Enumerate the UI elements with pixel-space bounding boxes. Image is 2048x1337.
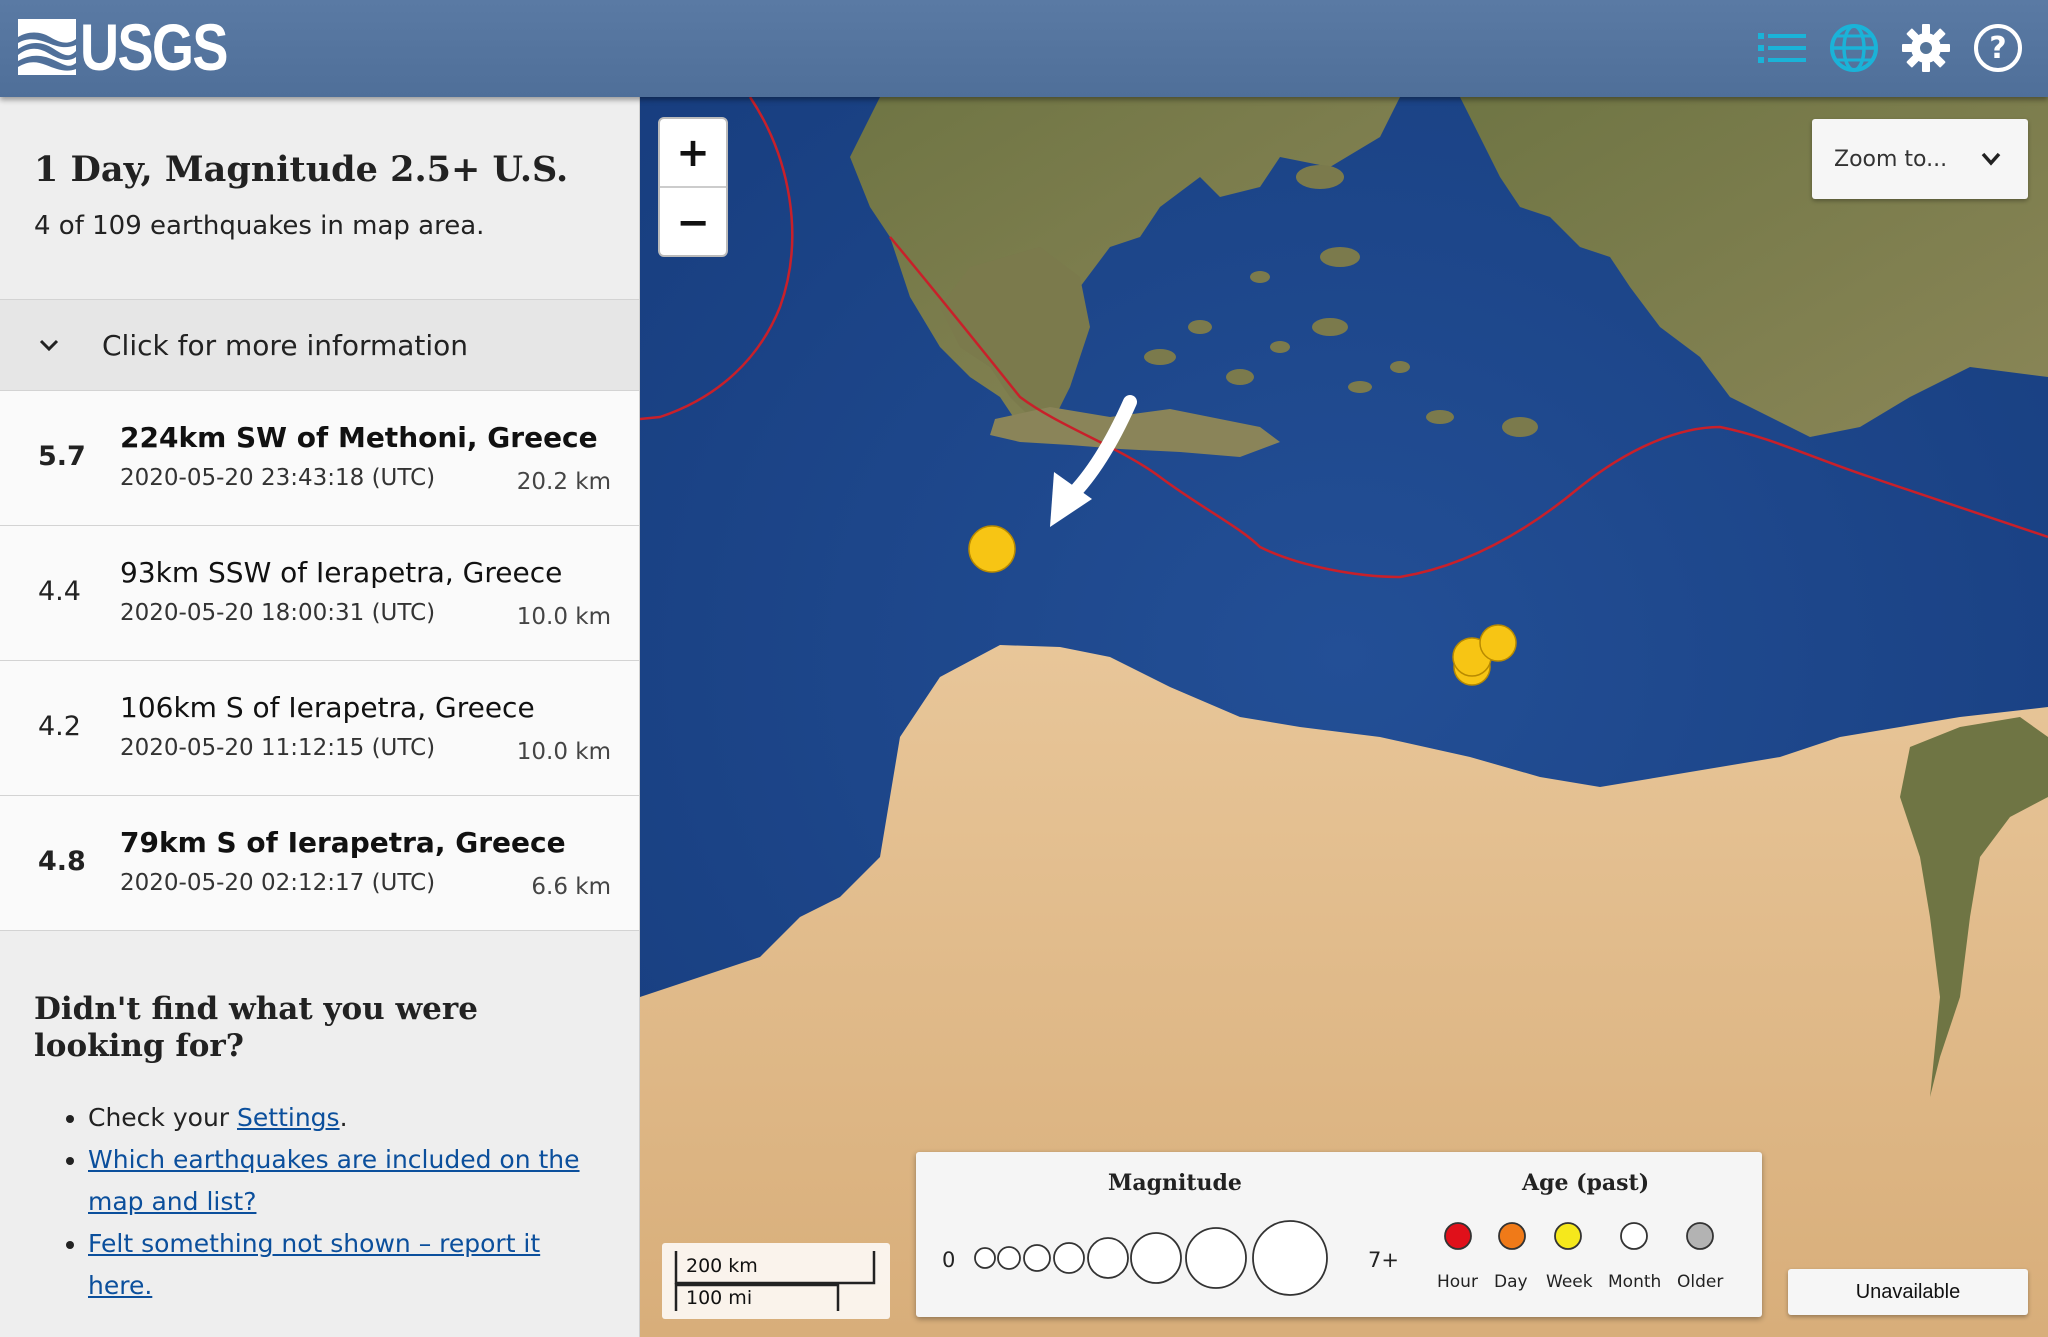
help-item-settings: Check your Settings.: [88, 1097, 605, 1139]
eq-depth: 6.6 km: [531, 874, 611, 900]
legend-age-label: Day: [1494, 1272, 1528, 1292]
unavailable-button[interactable]: Unavailable: [1788, 1269, 2028, 1315]
sidebar: 1 Day, Magnitude 2.5+ U.S. 4 of 109 eart…: [0, 97, 640, 1337]
scale-mi-label: 100 mi: [686, 1287, 753, 1309]
legend-age-label: Hour: [1437, 1272, 1478, 1292]
eq-depth: 10.0 km: [516, 604, 611, 630]
help-item-felt: Felt something not shown – report it her…: [88, 1223, 605, 1307]
gear-icon[interactable]: [1898, 20, 1954, 76]
help-section: Didn't find what you were looking for? C…: [0, 931, 639, 1307]
usgs-wave-icon: [18, 19, 76, 75]
legend-mag-circle: [974, 1247, 996, 1269]
legend-age-older: [1686, 1222, 1714, 1250]
zoom-out-button[interactable]: −: [660, 188, 726, 255]
eq-time: 2020-05-20 02:12:17 (UTC): [120, 870, 436, 896]
eq-time: 2020-05-20 18:00:31 (UTC): [120, 600, 436, 626]
eq-depth: 10.0 km: [516, 739, 611, 765]
eq-magnitude: 4.4: [38, 576, 81, 607]
chevron-down-icon: [39, 339, 59, 352]
feed-summary: 1 Day, Magnitude 2.5+ U.S. 4 of 109 eart…: [0, 97, 639, 299]
help-icon[interactable]: ?: [1970, 20, 2026, 76]
included-link[interactable]: Which earthquakes are included on the ma…: [88, 1145, 580, 1216]
zoom-to-select[interactable]: Zoom to...: [1812, 119, 2028, 199]
more-info-toggle[interactable]: Click for more information: [0, 299, 639, 391]
felt-report-link[interactable]: Felt something not shown – report it her…: [88, 1229, 540, 1300]
settings-link[interactable]: Settings: [237, 1103, 340, 1132]
eq-depth: 20.2 km: [516, 469, 611, 495]
legend-age-hour: [1444, 1222, 1472, 1250]
feed-title: 1 Day, Magnitude 2.5+ U.S.: [34, 149, 569, 190]
legend-mag-circle: [1252, 1220, 1328, 1296]
scale-bar: 200 km 100 mi: [662, 1243, 890, 1319]
list-icon[interactable]: [1754, 20, 1810, 76]
logo-text: USGS: [80, 10, 228, 84]
legend-mag-circle: [997, 1246, 1021, 1270]
eq-magnitude: 5.7: [38, 441, 86, 472]
eq-place: 224km SW of Methoni, Greece: [120, 421, 598, 454]
eq-place: 93km SSW of Ierapetra, Greece: [120, 556, 563, 589]
globe-icon[interactable]: [1826, 20, 1882, 76]
legend-symbols: [974, 1220, 1714, 1296]
legend-mag-circle: [1053, 1242, 1085, 1274]
eq-time: 2020-05-20 23:43:18 (UTC): [120, 465, 436, 491]
legend-mag-circle: [1087, 1237, 1129, 1279]
legend-age-month: [1620, 1222, 1648, 1250]
eq-place: 106km S of Ierapetra, Greece: [120, 691, 535, 724]
zoom-control: + −: [658, 117, 728, 257]
eq-time: 2020-05-20 11:12:15 (UTC): [120, 735, 436, 761]
help-list: Check your Settings. Which earthquakes a…: [34, 1097, 605, 1307]
map-view[interactable]: + − Zoom to... 200 km 100 mi Magnitude A…: [640, 97, 2048, 1337]
map-legend: Magnitude Age (past) 0 7+ Hour Day Week …: [916, 1152, 1762, 1317]
eq-magnitude: 4.2: [38, 711, 81, 742]
app-header: USGS ?: [0, 0, 2048, 97]
scale-km-label: 200 km: [686, 1255, 758, 1277]
legend-age-week: [1554, 1222, 1582, 1250]
chevron-down-icon: [1981, 152, 2001, 166]
eq-place: 79km S of Ierapetra, Greece: [120, 826, 566, 859]
help-item-included: Which earthquakes are included on the ma…: [88, 1139, 605, 1223]
earthquake-row[interactable]: 4.2 106km S of Ierapetra, Greece 2020-05…: [0, 661, 639, 796]
earthquake-row[interactable]: 4.4 93km SSW of Ierapetra, Greece 2020-0…: [0, 526, 639, 661]
zoom-to-label: Zoom to...: [1834, 146, 1948, 172]
legend-mag-circle: [1130, 1232, 1182, 1284]
satellite-map: [640, 97, 2048, 1337]
feed-count: 4 of 109 earthquakes in map area.: [34, 211, 485, 241]
zoom-in-button[interactable]: +: [660, 119, 726, 188]
legend-age-label: Month: [1608, 1272, 1662, 1292]
earthquake-row[interactable]: 4.8 79km S of Ierapetra, Greece 2020-05-…: [0, 796, 639, 931]
more-info-label: Click for more information: [102, 328, 469, 362]
earthquake-row[interactable]: 5.7 224km SW of Methoni, Greece 2020-05-…: [0, 391, 639, 526]
eq-magnitude: 4.8: [38, 846, 86, 877]
usgs-logo[interactable]: USGS: [18, 10, 259, 84]
legend-mag-circle: [1185, 1227, 1247, 1289]
svg-text:?: ?: [1989, 31, 2006, 66]
earthquake-list: 5.7 224km SW of Methoni, Greece 2020-05-…: [0, 391, 639, 931]
help-title: Didn't find what you were looking for?: [34, 991, 478, 1065]
legend-mag-circle: [1023, 1244, 1051, 1272]
legend-age-label: Older: [1677, 1272, 1724, 1292]
legend-age-label: Week: [1546, 1272, 1593, 1292]
legend-age-day: [1498, 1222, 1526, 1250]
